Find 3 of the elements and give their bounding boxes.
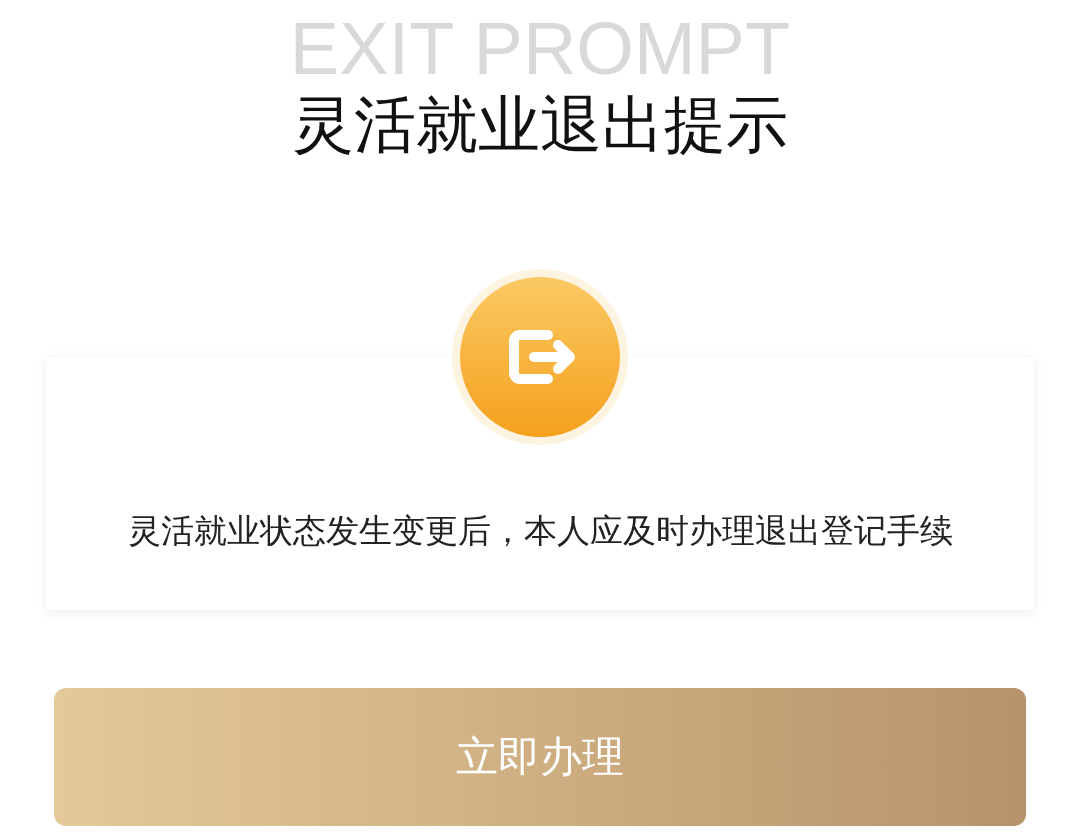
page-title: 灵活就业退出提示 (292, 88, 788, 162)
apply-button[interactable]: 立即办理 (54, 688, 1026, 826)
message-text: 灵活就业状态发生变更后，本人应及时办理退出登记手续 (127, 510, 953, 552)
